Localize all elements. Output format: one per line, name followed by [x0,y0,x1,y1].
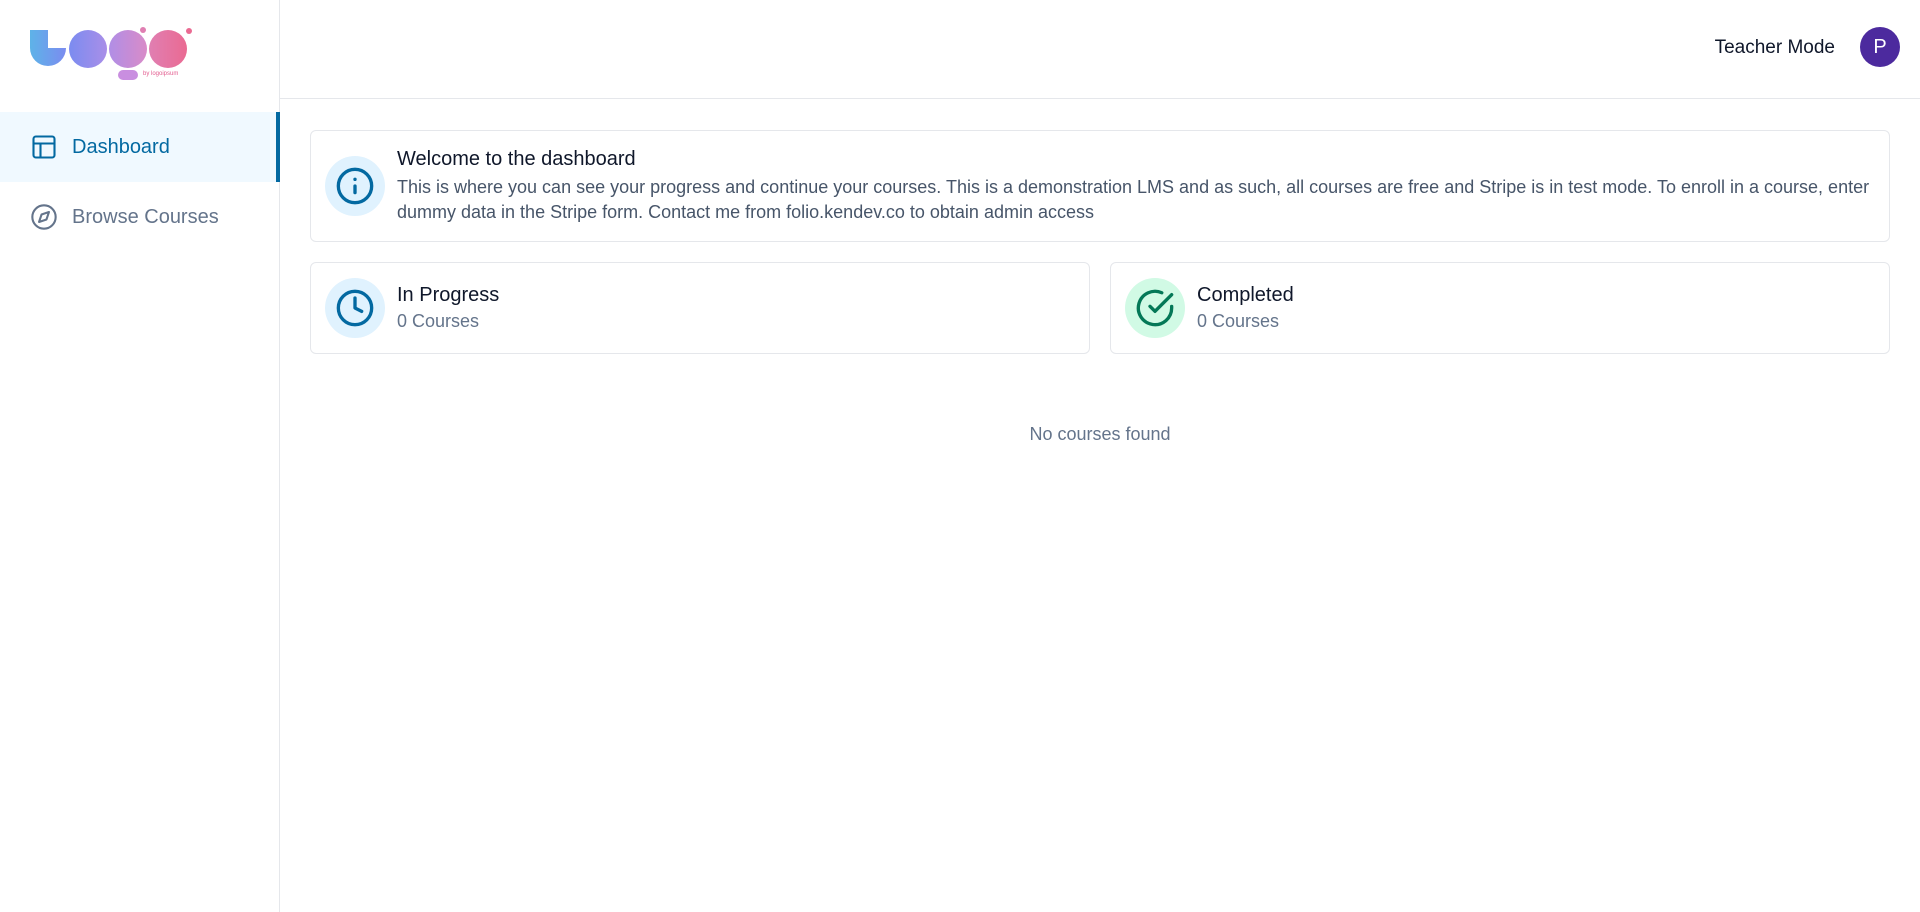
in-progress-card: In Progress 0 Courses [310,262,1090,354]
check-circle-icon-badge [1125,278,1185,338]
completed-count: 0 Courses [1197,311,1280,331]
empty-state: No courses found [1029,424,1171,444]
in-progress-count: 0 Courses [397,311,480,331]
avatar[interactable]: P [1860,27,1900,67]
sidebar-nav: Dashboard Browse Courses [0,112,280,252]
clock-icon-badge [325,278,385,338]
teacher-mode-button[interactable]: Teacher Mode [1715,37,1835,59]
completed-card: Completed 0 Courses [1110,262,1890,354]
sidebar-item-dashboard[interactable]: Dashboard [0,112,280,182]
logo-caption: by logoipsum [143,71,179,77]
completed-title: Completed [1197,284,1294,306]
welcome-banner: Welcome to the dashboard This is where y… [310,130,1890,242]
app-root: by logoipsum Dashboard Browse Courses Te… [0,0,1920,912]
stats-row: In Progress 0 Courses Completed 0 Course… [310,262,1890,354]
info-icon [336,167,374,205]
sidebar-item-label: Dashboard [72,135,170,158]
welcome-title: Welcome to the dashboard [397,147,636,170]
sidebar-item-browse-courses[interactable]: Browse Courses [0,182,280,252]
check-circle-icon [1136,289,1174,327]
compass-icon [30,203,58,231]
info-icon-badge [325,156,385,216]
welcome-description: This is where you can see your progress … [397,176,1870,222]
layout-icon [30,133,58,161]
top-bar: Teacher Mode P [280,0,1920,99]
main-content: Welcome to the dashboard This is where y… [310,130,1890,445]
clock-icon [336,289,374,327]
in-progress-title: In Progress [397,284,500,306]
sidebar-item-label: Browse Courses [72,205,219,228]
sidebar: by logoipsum Dashboard Browse Courses [0,0,280,912]
